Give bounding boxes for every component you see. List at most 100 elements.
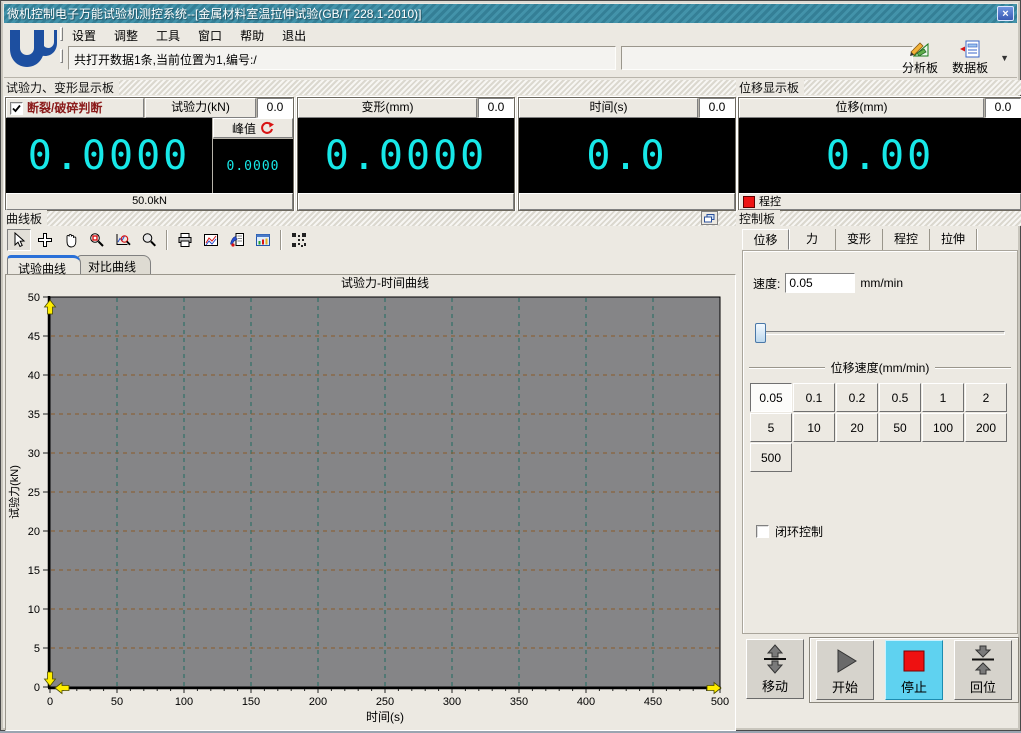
displacement-panels: 位移(mm) 0.0 0.00 程控	[738, 97, 1021, 211]
stop-button[interactable]: 停止	[885, 640, 943, 700]
pan-tool-button[interactable]	[59, 229, 83, 251]
y-axis-label: 试验力(kN)	[7, 465, 21, 519]
speed-preset-0.2[interactable]: 0.2	[836, 383, 878, 412]
speed-group-label: 位移速度(mm/min)	[749, 359, 1011, 376]
curve-style-button[interactable]	[199, 229, 223, 251]
displacement-title-button[interactable]: 位移(mm)	[739, 98, 984, 118]
code-map-button[interactable]	[287, 229, 311, 251]
deform-value: 0.0000	[324, 132, 488, 179]
tab-tensile[interactable]: 拉伸	[930, 229, 977, 250]
return-button[interactable]: 回位	[954, 640, 1012, 700]
peak-header-button[interactable]: 峰值	[213, 118, 293, 138]
data-status-field[interactable]: 共打开数据1条,当前位置为1,编号:/	[68, 46, 616, 70]
y-tick-label: 20	[28, 526, 40, 538]
speed-preset-5[interactable]: 5	[750, 413, 792, 442]
display-panels: 断裂/破碎判断 试验力(kN) 0.0 0.0000 峰值 0.0000 50.…	[5, 97, 736, 211]
time-title-button[interactable]: 时间(s)	[519, 98, 698, 118]
toolbar: 设置 调整 工具 窗口 帮助 退出 共打开数据1条,当前位置为1,编号:/ 分析…	[4, 23, 1017, 78]
tab-program[interactable]: 程控	[883, 229, 930, 250]
time-rate-value: 0.0	[699, 98, 735, 118]
deform-title-button[interactable]: 变形(mm)	[298, 98, 477, 118]
cursor-tool-button[interactable]	[7, 229, 31, 251]
peak-column: 峰值 0.0000	[213, 118, 293, 193]
force-deform-display-section: 试验力、变形显示板 断裂/破碎判断 试验力(kN) 0.0 0.0000 峰值 …	[5, 79, 736, 211]
x-tick-label: 200	[309, 696, 327, 708]
tab-displacement[interactable]: 位移	[742, 229, 789, 250]
data-view-button[interactable]	[251, 229, 275, 251]
toolbar-secondary-field[interactable]	[621, 46, 913, 70]
speed-preset-100[interactable]: 100	[922, 413, 964, 442]
menu-item-tools[interactable]: 工具	[154, 26, 182, 45]
start-button[interactable]: 开始	[816, 640, 874, 700]
speed-preset-0.05[interactable]: 0.05	[750, 383, 792, 412]
x-tick-label: 500	[711, 696, 729, 708]
divider-line	[749, 366, 825, 369]
force-title-button[interactable]: 试验力(kN)	[145, 98, 256, 118]
zoom-region-tool-button[interactable]	[85, 229, 109, 251]
crosshair-tool-button[interactable]	[33, 229, 57, 251]
copy-curve-button[interactable]	[225, 229, 249, 251]
menu-item-window[interactable]: 窗口	[196, 26, 224, 45]
data-panel-button[interactable]: 数据板	[950, 39, 990, 77]
stop-button-label: 停止	[900, 680, 927, 695]
tab-compare-curve[interactable]: 对比曲线	[77, 255, 152, 274]
control-section-header: 控制板	[738, 210, 1021, 227]
speed-preset-50[interactable]: 50	[879, 413, 921, 442]
menu-item-adjust[interactable]: 调整	[112, 26, 140, 45]
print-button[interactable]	[173, 229, 197, 251]
deform-display-panel: 变形(mm) 0.0 0.0000	[297, 97, 515, 211]
curve-section: 曲线板 试验曲线 对比曲线 0 50 100 150 200 250 300 3…	[5, 210, 736, 731]
speed-preset-0.1[interactable]: 0.1	[793, 383, 835, 412]
zoom-out-tool-button[interactable]	[137, 229, 161, 251]
analysis-panel-button[interactable]: 分析板	[900, 39, 940, 77]
closed-loop-row[interactable]: 闭环控制	[756, 523, 823, 540]
x-tick-label: 100	[175, 696, 193, 708]
speed-preset-200[interactable]: 200	[965, 413, 1007, 442]
speed-input[interactable]	[785, 273, 856, 293]
speed-preset-2[interactable]: 2	[965, 383, 1007, 412]
slider-track[interactable]	[755, 331, 1005, 335]
menu-item-help[interactable]: 帮助	[238, 26, 266, 45]
toolbar-fields: 共打开数据1条,当前位置为1,编号:/	[68, 46, 913, 70]
reset-peak-icon[interactable]	[260, 121, 274, 135]
speed-slider[interactable]	[755, 323, 1005, 343]
move-button[interactable]: 移动	[746, 639, 804, 699]
tab-deform[interactable]: 变形	[836, 229, 883, 250]
time-value: 0.0	[586, 132, 668, 179]
tab-force[interactable]: 力	[789, 229, 836, 250]
menu-item-exit[interactable]: 退出	[280, 26, 308, 45]
menu-item-settings[interactable]: 设置	[70, 26, 98, 45]
tab-test-curve[interactable]: 试验曲线	[7, 255, 82, 276]
displacement-panel-header: 位移(mm) 0.0	[739, 98, 1021, 118]
speed-button-grid: 0.05 0.1 0.2 0.5 1 2 5 10 20 50 100 200 500	[750, 383, 1012, 472]
control-section-title: 控制板	[738, 210, 781, 227]
toolbar-overflow-button[interactable]: ▼	[1000, 53, 1009, 77]
speed-preset-20[interactable]: 20	[836, 413, 878, 442]
break-judge-toggle[interactable]: 断裂/破碎判断	[6, 98, 144, 118]
stop-icon	[903, 650, 925, 672]
break-judge-checkbox[interactable]	[10, 101, 23, 115]
y-tick-label: 40	[28, 370, 40, 382]
curve-chart[interactable]: 0 50 100 150 200 250 300 350 400 450 500 0 5 10 15 20 25…	[5, 274, 736, 731]
slider-handle[interactable]	[755, 323, 766, 343]
deform-rate-value: 0.0	[478, 98, 514, 118]
close-button[interactable]: ×	[997, 6, 1014, 21]
curve-toolbar	[7, 228, 311, 252]
zoom-curve-tool-button[interactable]	[111, 229, 135, 251]
deform-display: 0.0000	[298, 118, 514, 193]
move-button-label: 移动	[761, 679, 788, 694]
x-tick-label: 250	[376, 696, 394, 708]
float-panel-button[interactable]	[701, 211, 718, 225]
speed-preset-500[interactable]: 500	[750, 443, 792, 472]
crosshair-icon	[38, 233, 52, 247]
y-tick-label: 10	[28, 604, 40, 616]
start-button-label: 开始	[831, 680, 858, 695]
cursor-icon	[14, 232, 26, 248]
speed-preset-10[interactable]: 10	[793, 413, 835, 442]
force-value: 0.0000	[27, 132, 191, 179]
restore-window-icon	[704, 213, 715, 222]
closed-loop-checkbox[interactable]	[756, 525, 769, 538]
y-tick-label: 45	[28, 331, 40, 343]
speed-preset-0.5[interactable]: 0.5	[879, 383, 921, 412]
speed-preset-1[interactable]: 1	[922, 383, 964, 412]
